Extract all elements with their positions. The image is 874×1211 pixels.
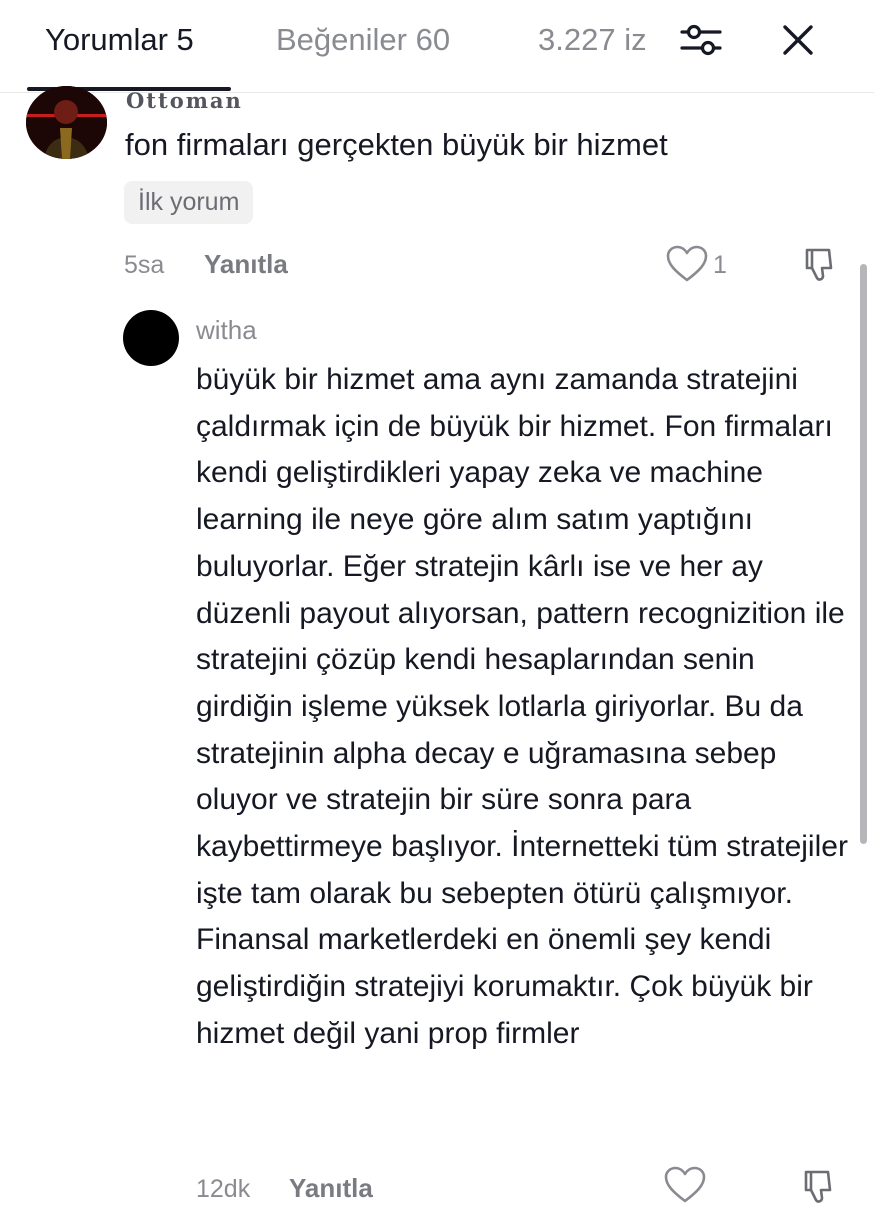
like-count: 1 xyxy=(713,251,727,279)
reply-reply-button[interactable]: Yanıtla xyxy=(289,1173,373,1204)
reply-text: büyük bir hizmet ama aynı zamanda strate… xyxy=(196,363,848,1050)
reply-avatar[interactable] xyxy=(123,310,179,366)
reply-heart-icon[interactable] xyxy=(664,1166,706,1204)
comment-time: 5sa xyxy=(124,251,165,279)
reply-dislike-icon[interactable] xyxy=(800,1166,840,1206)
scrollbar[interactable] xyxy=(860,264,867,844)
tab-comments[interactable]: Yorumlar 5 xyxy=(45,22,194,58)
avatar[interactable] xyxy=(26,86,107,159)
sliders-icon[interactable] xyxy=(679,18,723,62)
heart-icon[interactable] xyxy=(666,245,708,283)
reply-button[interactable]: Yanıtla xyxy=(204,249,288,280)
close-icon[interactable] xyxy=(776,18,820,62)
tab-likes[interactable]: Beğeniler 60 xyxy=(276,22,450,58)
reply-time: 12dk xyxy=(196,1175,251,1203)
tab-views-clip: 3.227 iz xyxy=(538,22,652,58)
first-comment-badge: İlk yorum xyxy=(124,181,254,224)
dislike-icon[interactable] xyxy=(801,244,841,284)
reply-username[interactable]: witha xyxy=(196,315,257,346)
comment-username[interactable]: Ottoman xyxy=(126,88,243,113)
tab-views[interactable]: 3.227 iz xyxy=(538,22,652,58)
comment-text: fon firmaları gerçekten büyük bir hizmet xyxy=(125,127,668,162)
